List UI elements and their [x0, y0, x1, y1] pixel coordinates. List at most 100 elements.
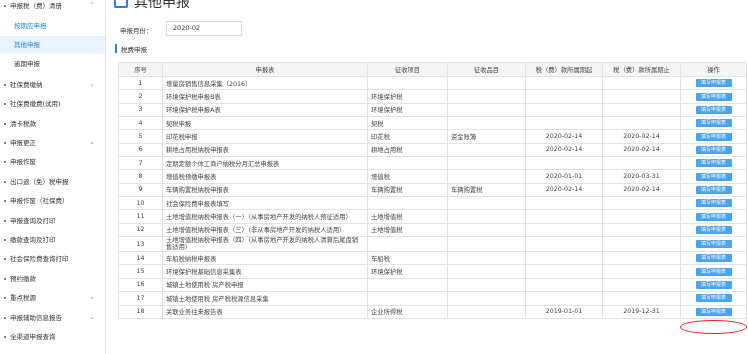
col-header-no: 序号 — [118, 62, 163, 77]
row-number: 6 — [118, 142, 163, 158]
row-number: 12 — [118, 222, 163, 238]
period-end — [602, 89, 681, 104]
sidebar-item-label: 申报更正 — [10, 139, 36, 147]
sidebar-item[interactable]: 申报作废 — [0, 153, 105, 171]
row-number: 15 — [118, 264, 163, 279]
tax-subitem — [447, 251, 526, 266]
row-number: 7 — [118, 156, 163, 171]
action-cell: 填写申报表 — [680, 291, 747, 306]
period-end: 2020-02-14 — [602, 182, 681, 198]
fill-form-button[interactable]: 填写申报表 — [695, 185, 732, 194]
sidebar-item[interactable]: 重点税源 ⌄ — [0, 289, 105, 307]
tax-subitem — [447, 89, 526, 104]
period-start: 2020-02-14 — [525, 142, 603, 158]
sidebar-item-label: 申报税（费）清册 — [10, 2, 62, 10]
fill-form-button[interactable]: 填写申报表 — [695, 92, 732, 101]
sidebar-item-label: 申报查询及打印 — [10, 217, 56, 225]
highlight-ellipse — [680, 320, 747, 334]
sidebar-item[interactable]: 全渠道申报查询 — [0, 328, 105, 346]
month-input[interactable]: 2020-02 — [166, 21, 242, 36]
tax-item — [367, 156, 448, 171]
main-content: 其他申报 申报月份： 2020-02 税费申报 序号 申报表 征收项目 征收品目… — [106, 0, 748, 354]
period-end — [602, 102, 681, 118]
fill-form-button[interactable]: 填写申报表 — [695, 294, 732, 303]
sidebar-item[interactable]: 出口退（免）税申报 — [0, 173, 105, 191]
table-row: 10 社会保险费申报表填写 填写申报表 — [118, 196, 747, 211]
fill-form-button[interactable]: 填写申报表 — [695, 172, 732, 181]
fill-form-button[interactable]: 填写申报表 — [695, 132, 732, 141]
table-row: 17 城镇土地使用税 房产税税源信息采集 填写申报表 — [118, 291, 747, 306]
section-title: 税费申报 — [121, 46, 147, 54]
sidebar-item[interactable]: 社保费缴费(试用) — [0, 95, 105, 113]
tax-item: 增值税 — [367, 169, 448, 184]
fill-form-button[interactable]: 填写申报表 — [695, 145, 732, 154]
sidebar-item-label: 逾期申报 — [14, 60, 40, 68]
period-start — [525, 209, 603, 224]
row-number: 11 — [118, 209, 163, 224]
fill-form-button[interactable]: 填写申报表 — [695, 307, 732, 316]
tax-subitem — [447, 277, 526, 293]
sidebar-item[interactable]: 清卡税款 — [0, 115, 105, 133]
tax-item — [367, 196, 448, 211]
sidebar-item-label: 重点税源 — [10, 294, 36, 302]
table-row: 14 车船税纳税申报表 车船税 填写申报表 — [118, 251, 747, 266]
sidebar-item[interactable]: 预约缴款 — [0, 270, 105, 288]
bullet-icon — [4, 142, 6, 144]
sidebar-item-label: 社保费缴费(试用) — [10, 100, 61, 108]
period-end — [602, 156, 681, 171]
sidebar-item[interactable]: 缴款查询及打印 — [0, 231, 105, 249]
tax-subitem — [447, 291, 526, 306]
sidebar-item[interactable]: 社保费缴纳 ⌄ — [0, 76, 105, 94]
col-header-subitem: 征收品目 — [447, 62, 526, 77]
action-cell: 填写申报表 — [680, 142, 747, 158]
fill-form-button[interactable]: 填写申报表 — [695, 119, 732, 128]
action-cell: 填写申报表 — [680, 129, 747, 144]
form-name: 城镇土地使用税 房产税税源信息采集 — [162, 291, 368, 306]
form-name: 定期定额个体工商户纳税分月汇总申报表 — [162, 156, 368, 171]
action-cell: 填写申报表 — [680, 264, 747, 279]
table-row: 3 环境保护税申报A表 环境保护税 填写申报表 — [118, 102, 747, 118]
form-name: 环境保护税申报B表 — [162, 89, 368, 104]
sidebar-item[interactable]: 其他申报 — [0, 36, 105, 54]
form-name: 印花税申报 — [162, 129, 368, 144]
chevron-icon: ⌃ — [89, 1, 95, 9]
sidebar-item[interactable]: 逾期申报 — [0, 55, 105, 73]
action-cell: 填写申报表 — [680, 209, 747, 224]
tax-item: 印花税 — [367, 129, 448, 144]
sidebar-item[interactable]: 申报税（费）清册 ⌃ — [0, 0, 105, 15]
tax-item: 企业所得税 — [367, 304, 448, 319]
fill-form-button[interactable]: 填写申报表 — [695, 254, 732, 263]
sidebar-item[interactable]: 社会保险费查询打印 — [0, 250, 105, 268]
bullet-icon — [4, 103, 6, 105]
sidebar-item[interactable]: 申报查询及打印 — [0, 212, 105, 230]
period-end — [602, 291, 681, 306]
fill-form-button[interactable]: 填写申报表 — [695, 105, 732, 114]
sidebar-item[interactable]: 申报作废（社保费） — [0, 192, 105, 210]
fill-form-button[interactable]: 填写申报表 — [695, 159, 732, 168]
table-row: 12 土地增值税纳税申报表（三）（非从事房地产开发的纳税人适用） 土地增值税 填写申报… — [118, 222, 747, 238]
fill-form-button[interactable]: 填写申报表 — [695, 79, 732, 88]
tax-item: 环境保护税 — [367, 89, 448, 104]
action-cell: 填写申报表 — [680, 89, 747, 104]
sidebar-item[interactable]: 申报更正 ⌄ — [0, 134, 105, 152]
col-header-period-start: 税（费）款所属期起 — [525, 62, 603, 77]
sidebar-item[interactable]: 申报辅助信息报告 ⌄ — [0, 309, 105, 327]
period-end — [602, 251, 681, 266]
bullet-icon — [4, 181, 6, 183]
bullet-icon — [4, 200, 6, 202]
fill-form-button[interactable]: 填写申报表 — [695, 212, 732, 221]
bullet-icon — [4, 84, 6, 86]
period-start — [525, 236, 603, 253]
fill-form-button[interactable]: 填写申报表 — [695, 199, 732, 208]
period-end — [602, 264, 681, 279]
fill-form-button[interactable]: 填写申报表 — [695, 267, 732, 276]
row-number: 14 — [118, 251, 163, 266]
sidebar-item[interactable]: 按期应申报 — [0, 17, 105, 35]
row-number: 4 — [118, 116, 163, 131]
sidebar-item-label: 按期应申报 — [14, 22, 47, 30]
row-number: 1 — [118, 75, 163, 91]
fill-form-button[interactable]: 填写申报表 — [695, 240, 732, 249]
fill-form-button[interactable]: 填写申报表 — [695, 280, 732, 289]
fill-form-button[interactable]: 填写申报表 — [695, 225, 732, 234]
table-row: 6 耕地占用税纳税申报表 耕地占用税 2020-02-14 2020-02-14 填写申报… — [118, 142, 747, 158]
